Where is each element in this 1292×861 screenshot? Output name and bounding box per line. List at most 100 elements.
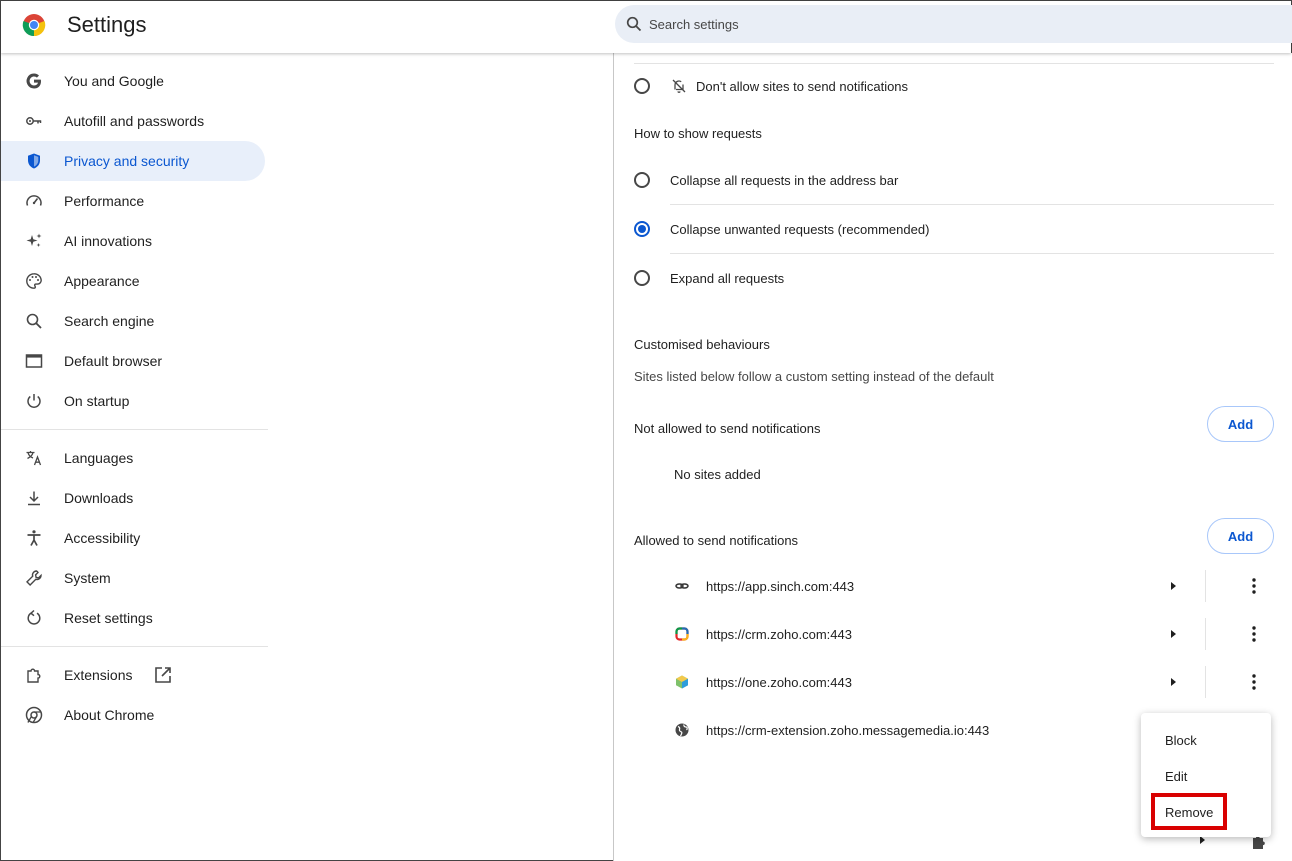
translate-icon: [26, 451, 42, 466]
accessibility-icon: [27, 530, 41, 546]
palette-icon: [26, 273, 42, 289]
add-blocked-site-button[interactable]: Add: [1207, 406, 1274, 442]
sidebar-nav: You and Google Autofill and passwords Pr…: [1, 53, 268, 861]
puzzle-icon: [27, 668, 41, 683]
sidebar-item-autofill[interactable]: Autofill and passwords: [1, 101, 265, 141]
sidebar-item-about[interactable]: About Chrome: [1, 695, 265, 735]
site-url: https://app.sinch.com:443: [706, 579, 855, 594]
site-row-messagemedia[interactable]: https://crm-extension.zoho.messagemedia.…: [654, 706, 1134, 754]
zoho-crm-icon: [675, 627, 689, 641]
site-url: https://crm.zoho.com:443: [706, 627, 852, 642]
sidebar-item-search-engine[interactable]: Search engine: [1, 301, 265, 341]
arrow-right-icon[interactable]: [1168, 581, 1178, 591]
sidebar-item-label: Performance: [64, 193, 145, 209]
key-icon: [26, 117, 42, 125]
collapse-all-radio[interactable]: [634, 172, 650, 188]
arrow-right-icon[interactable]: [1168, 677, 1178, 687]
site-row-sinch[interactable]: https://app.sinch.com:443: [654, 562, 1274, 610]
globe-icon: [675, 723, 689, 737]
more-actions-icon[interactable]: [1244, 672, 1264, 692]
search-icon: [626, 16, 642, 32]
sidebar-item-label: Autofill and passwords: [64, 113, 205, 129]
more-actions-icon[interactable]: [1244, 576, 1264, 596]
sidebar-item-extensions[interactable]: Extensions: [1, 655, 265, 695]
menu-item-block[interactable]: Block: [1141, 722, 1271, 758]
sidebar-item-downloads[interactable]: Downloads: [1, 478, 265, 518]
sidebar-item-default-browser[interactable]: Default browser: [1, 341, 265, 381]
expand-all-radio[interactable]: [634, 270, 650, 286]
row-divider: [1205, 570, 1206, 602]
row-separator: [670, 253, 1274, 254]
search-icon: [26, 313, 42, 329]
sidebar-item-performance[interactable]: Performance: [1, 181, 265, 221]
allowed-label: Allowed to send notifications: [634, 533, 799, 548]
site-url: https://crm-extension.zoho.messagemedia.…: [706, 723, 990, 738]
search-box[interactable]: [615, 5, 1292, 43]
collapse-unwanted-label: Collapse unwanted requests (recommended): [670, 222, 930, 237]
collapse-unwanted-radio[interactable]: [634, 221, 650, 237]
sidebar-divider: [1, 429, 268, 430]
site-row-zoho-crm[interactable]: https://crm.zoho.com:443: [654, 610, 1274, 658]
sidebar-item-label: Default browser: [64, 353, 163, 369]
open-in-new-icon: [155, 667, 171, 683]
sidebar-item-label: On startup: [64, 393, 130, 409]
menu-item-label: Block: [1165, 733, 1197, 748]
expand-all-label: Expand all requests: [670, 271, 785, 286]
power-icon: [27, 394, 41, 408]
sidebar-item-privacy[interactable]: Privacy and security: [1, 141, 265, 181]
sparkle-icon: [26, 233, 42, 247]
sidebar-item-label: AI innovations: [64, 233, 152, 249]
sinch-icon: [675, 583, 689, 589]
sidebar-item-accessibility[interactable]: Accessibility: [1, 518, 265, 558]
sidebar-item-label: Accessibility: [64, 530, 141, 546]
zoho-one-icon: [676, 675, 688, 689]
sidebar-divider: [1, 646, 268, 647]
sidebar-item-appearance[interactable]: Appearance: [1, 261, 265, 301]
search-input[interactable]: [649, 14, 1249, 34]
wrench-icon: [26, 570, 42, 586]
sidebar-item-label: Privacy and security: [64, 153, 190, 169]
row-separator: [634, 63, 1274, 64]
requests-heading: How to show requests: [634, 126, 762, 141]
browser-window-icon: [25, 354, 43, 368]
shield-icon: [28, 153, 40, 169]
sidebar-item-label: Search engine: [64, 313, 155, 329]
custom-behaviours-description: Sites listed below follow a custom setti…: [634, 369, 994, 384]
sidebar-item-label: You and Google: [64, 73, 164, 89]
notifications-off-icon: [672, 79, 686, 93]
collapse-all-label: Collapse all requests in the address bar: [670, 173, 899, 188]
speedometer-icon: [26, 195, 42, 206]
sidebar-item-label: System: [64, 570, 111, 586]
sidebar-item-you-and-google[interactable]: You and Google: [1, 61, 265, 101]
sidebar-item-system[interactable]: System: [1, 558, 265, 598]
sidebar-item-label: Appearance: [64, 273, 140, 289]
sidebar-item-ai[interactable]: AI innovations: [1, 221, 265, 261]
sidebar-item-label: Languages: [64, 450, 134, 466]
sidebar-item-label: Extensions: [64, 667, 133, 683]
no-sites-text: No sites added: [674, 467, 761, 482]
sidebar-item-languages[interactable]: Languages: [1, 438, 265, 478]
chrome-icon: [25, 706, 43, 724]
sidebar-item-label: Reset settings: [64, 610, 153, 626]
add-allowed-site-button[interactable]: Add: [1207, 518, 1274, 554]
menu-item-edit[interactable]: Edit: [1141, 758, 1271, 794]
not-allowed-label: Not allowed to send notifications: [634, 421, 821, 436]
arrow-right-icon[interactable]: [1168, 629, 1178, 639]
site-url: https://one.zoho.com:443: [706, 675, 852, 690]
row-separator: [670, 204, 1274, 205]
sidebar-item-label: Downloads: [64, 490, 134, 506]
sidebar-item-reset[interactable]: Reset settings: [1, 598, 265, 638]
site-row-zoho-one[interactable]: https://one.zoho.com:443: [654, 658, 1274, 706]
chrome-logo-icon: [22, 14, 46, 37]
remove-highlight-box: [1151, 793, 1227, 830]
google-g-icon: [26, 73, 41, 89]
header-bar: Settings: [1, 1, 1292, 53]
custom-behaviours-heading: Customised behaviours: [634, 337, 770, 352]
menu-item-label: Edit: [1165, 769, 1188, 784]
sidebar-item-on-startup[interactable]: On startup: [1, 381, 265, 421]
row-divider: [1205, 618, 1206, 650]
more-actions-icon[interactable]: [1244, 624, 1264, 644]
sidebar-item-label: About Chrome: [64, 707, 155, 723]
dont-allow-label: Don't allow sites to send notifications: [696, 79, 909, 94]
dont-allow-radio[interactable]: [634, 78, 650, 94]
